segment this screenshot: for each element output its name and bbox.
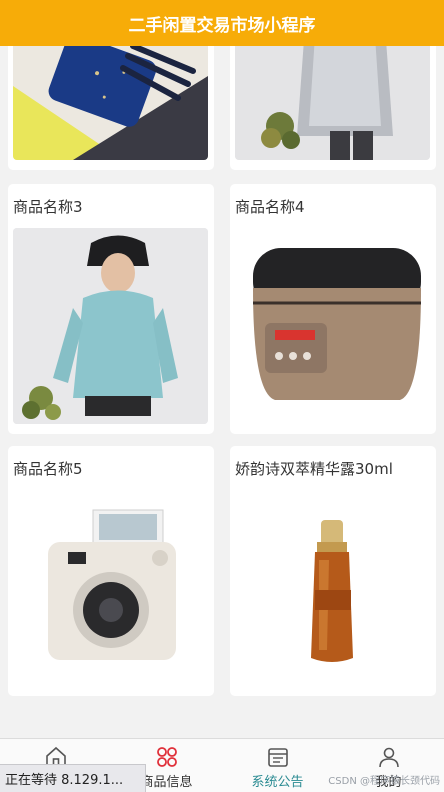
product-image-instant-camera — [13, 490, 208, 686]
grid-icon — [156, 747, 177, 767]
loading-text: 正在等待 8.129.1... — [5, 773, 124, 788]
product-name: 商品名称3 — [13, 198, 83, 216]
tab-label: 商品信息 — [140, 775, 193, 790]
product-image-hoodie — [13, 228, 208, 424]
product-card[interactable] — [230, 46, 436, 170]
tab-label: 系统公告 — [251, 775, 304, 790]
product-image-serum — [235, 490, 430, 686]
product-name: 商品名称4 — [235, 198, 305, 216]
loading-status: 正在等待 8.129.1... — [0, 764, 146, 792]
page-title: 二手闲置交易市场小程序 — [128, 15, 316, 36]
notice-icon — [267, 748, 288, 767]
product-image-silver-jacket — [235, 46, 430, 160]
product-image-rice-cooker — [235, 228, 430, 424]
tab-notice[interactable]: 系统公告 — [222, 739, 333, 792]
product-name: 娇韵诗双萃精华露30ml — [235, 460, 393, 478]
app-header: 二手闲置交易市场小程序 — [0, 0, 444, 46]
product-image-brush-pouch — [13, 46, 208, 160]
product-name: 商品名称5 — [13, 460, 83, 478]
product-card[interactable]: 商品名称3 — [8, 184, 214, 434]
app-page: 二手闲置交易市场小程序 商品名称3 商品名称4 商品名称5 娇韵诗双萃精华露30… — [0, 0, 444, 792]
product-card[interactable]: 商品名称4 — [230, 184, 436, 434]
user-icon — [378, 747, 399, 768]
watermark-text: CSDN @程序猿长颈代码 — [328, 776, 440, 787]
product-grid[interactable]: 商品名称3 商品名称4 商品名称5 娇韵诗双萃精华露30ml — [0, 46, 444, 738]
product-card[interactable]: 娇韵诗双萃精华露30ml — [230, 446, 436, 696]
product-card[interactable] — [8, 46, 214, 170]
product-card[interactable]: 商品名称5 — [8, 446, 214, 696]
